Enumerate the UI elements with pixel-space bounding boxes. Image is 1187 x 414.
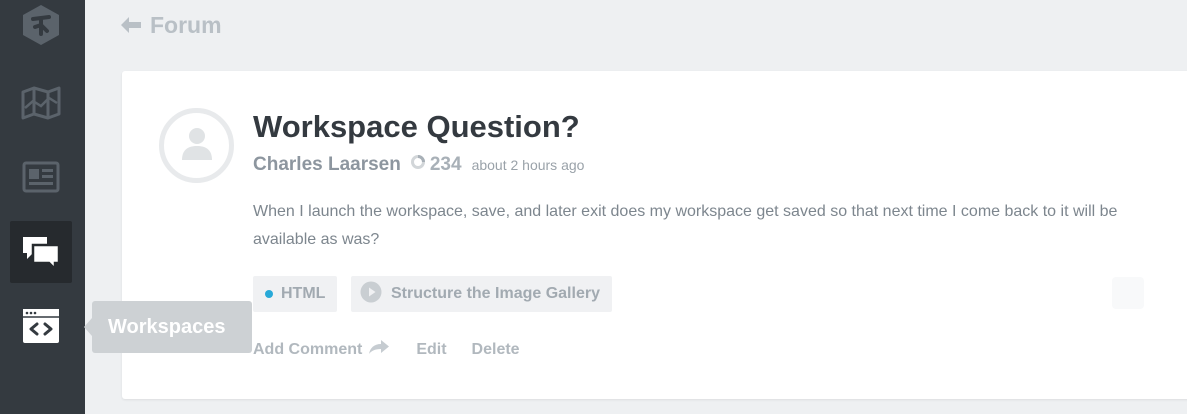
- reply-arrow-icon: [368, 339, 390, 360]
- add-comment-label: Add Comment: [253, 340, 363, 358]
- sidebar: [0, 0, 85, 414]
- tooltip-label: Workspaces: [108, 315, 226, 338]
- tag-stage[interactable]: Structure the Image Gallery: [351, 276, 612, 312]
- post-title: Workspace Question?: [253, 109, 580, 144]
- back-to-forum-link[interactable]: Forum: [120, 10, 222, 40]
- tag-label: HTML: [281, 285, 326, 302]
- tracks-map-icon: [21, 86, 61, 120]
- topic-dot-icon: [265, 290, 273, 298]
- treehouse-logo-icon: [20, 3, 62, 47]
- points-badge: 234: [410, 154, 462, 176]
- page-title: Forum: [150, 11, 222, 38]
- sidebar-item-library[interactable]: [10, 146, 72, 208]
- post-meta: Charles Laarsen 234 about 2 hours ago: [253, 154, 584, 176]
- post-timestamp: about 2 hours ago: [471, 157, 585, 173]
- avatar[interactable]: [159, 108, 234, 183]
- sidebar-item-community[interactable]: [10, 221, 72, 283]
- arrow-left-icon: [120, 16, 142, 34]
- points-ring-icon: [410, 154, 426, 176]
- tag-label: Structure the Image Gallery: [391, 285, 600, 302]
- user-silhouette-icon: [177, 123, 217, 168]
- post-actions: Add Comment Edit Delete: [253, 339, 520, 360]
- points-value: 234: [429, 154, 462, 175]
- post-card: Workspace Question? Charles Laarsen 234 …: [122, 71, 1187, 399]
- delete-button[interactable]: Delete: [472, 341, 520, 359]
- play-icon: [360, 281, 382, 308]
- author-name[interactable]: Charles Laarsen: [253, 154, 401, 176]
- workspaces-code-icon: [22, 308, 60, 344]
- sidebar-item-home[interactable]: [10, 0, 72, 56]
- sidebar-item-tracks[interactable]: [10, 72, 72, 134]
- workspaces-tooltip: Workspaces: [84, 301, 252, 353]
- add-comment-button[interactable]: Add Comment: [253, 339, 390, 360]
- sidebar-item-workspaces[interactable]: [10, 295, 72, 357]
- library-book-icon: [22, 161, 60, 193]
- tag-html[interactable]: HTML: [253, 276, 338, 312]
- edit-button[interactable]: Edit: [416, 341, 446, 359]
- post-body: When I launch the workspace, save, and l…: [253, 203, 1118, 248]
- community-chat-icon: [21, 233, 61, 271]
- options-button[interactable]: [1112, 277, 1144, 309]
- tooltip-arrow: [84, 318, 92, 336]
